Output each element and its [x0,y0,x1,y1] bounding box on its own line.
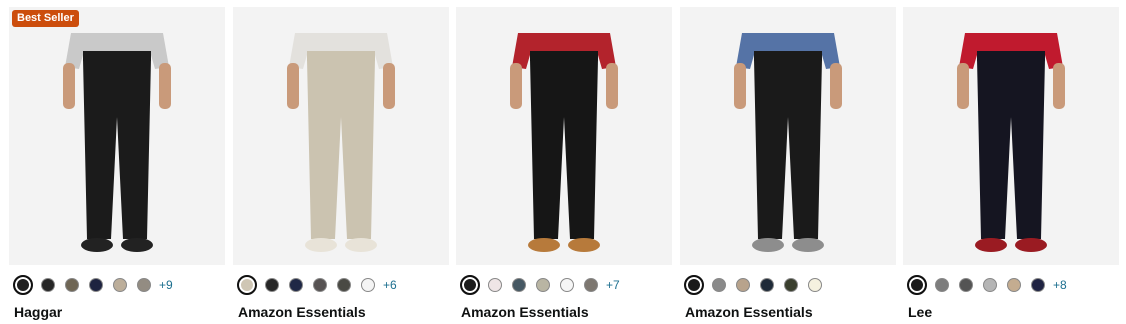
product-figure-illustration [957,33,1065,252]
color-swatches [684,275,832,295]
product-figure-illustration [287,33,395,252]
right-arm-shape [606,63,618,109]
more-colors-link[interactable]: +6 [383,278,397,292]
product-row: Best Seller +9 Haggar +6 Amazon Essentials +7… [0,0,1126,324]
right-arm-shape [383,63,395,109]
product-card[interactable]: Amazon Essentials [680,7,896,324]
color-swatch[interactable] [959,278,973,292]
left-shoe-shape [528,238,560,252]
color-swatch-selected[interactable] [907,275,927,295]
color-swatch[interactable] [584,278,598,292]
color-swatch[interactable] [313,278,327,292]
color-swatch[interactable] [89,278,103,292]
right-shoe-shape [568,238,600,252]
color-swatches: +6 [237,275,397,295]
product-card[interactable]: +7 Amazon Essentials [456,7,672,324]
color-swatch[interactable] [289,278,303,292]
color-swatch[interactable] [1031,278,1045,292]
right-shoe-shape [345,238,377,252]
right-shoe-shape [792,238,824,252]
right-arm-shape [159,63,171,109]
left-arm-shape [510,63,522,109]
color-swatch[interactable] [712,278,726,292]
color-swatch[interactable] [760,278,774,292]
brand-name[interactable]: Haggar [14,304,62,320]
pants-shape [530,59,598,239]
left-shoe-shape [752,238,784,252]
right-arm-shape [1053,63,1065,109]
left-arm-shape [63,63,75,109]
brand-name[interactable]: Amazon Essentials [685,304,813,320]
product-image[interactable] [233,7,449,265]
color-swatch[interactable] [536,278,550,292]
pants-shape [754,59,822,239]
left-shoe-shape [81,238,113,252]
color-swatch[interactable] [935,278,949,292]
color-swatch[interactable] [983,278,997,292]
color-swatches: +9 [13,275,173,295]
left-shoe-shape [975,238,1007,252]
right-shoe-shape [1015,238,1047,252]
brand-name[interactable]: Lee [908,304,932,320]
color-swatch[interactable] [512,278,526,292]
color-swatch[interactable] [808,278,822,292]
pants-shape [83,59,151,239]
color-swatch[interactable] [337,278,351,292]
more-colors-link[interactable]: +7 [606,278,620,292]
product-image[interactable] [456,7,672,265]
pants-shape [977,59,1045,239]
product-image[interactable] [680,7,896,265]
left-arm-shape [957,63,969,109]
color-swatch-selected[interactable] [237,275,257,295]
left-arm-shape [287,63,299,109]
color-swatch[interactable] [736,278,750,292]
color-swatch-selected[interactable] [13,275,33,295]
product-figure-illustration [63,33,171,252]
product-figure-illustration [734,33,842,252]
color-swatches: +8 [907,275,1067,295]
color-swatch[interactable] [1007,278,1021,292]
product-card[interactable]: Best Seller +9 Haggar [9,7,225,324]
product-image[interactable]: Best Seller [9,7,225,265]
right-arm-shape [830,63,842,109]
color-swatch-selected[interactable] [460,275,480,295]
product-figure-illustration [510,33,618,252]
product-image[interactable] [903,7,1119,265]
pants-shape [307,59,375,239]
brand-name[interactable]: Amazon Essentials [238,304,366,320]
brand-name[interactable]: Amazon Essentials [461,304,589,320]
color-swatch[interactable] [560,278,574,292]
right-shoe-shape [121,238,153,252]
color-swatch[interactable] [65,278,79,292]
color-swatches: +7 [460,275,620,295]
color-swatch[interactable] [784,278,798,292]
color-swatch[interactable] [488,278,502,292]
product-card[interactable]: +8 Lee [903,7,1119,324]
color-swatch[interactable] [265,278,279,292]
product-card[interactable]: +6 Amazon Essentials [233,7,449,324]
color-swatch[interactable] [113,278,127,292]
color-swatch-selected[interactable] [684,275,704,295]
more-colors-link[interactable]: +8 [1053,278,1067,292]
left-arm-shape [734,63,746,109]
more-colors-link[interactable]: +9 [159,278,173,292]
color-swatch[interactable] [41,278,55,292]
left-shoe-shape [305,238,337,252]
color-swatch[interactable] [361,278,375,292]
color-swatch[interactable] [137,278,151,292]
best-seller-badge: Best Seller [12,10,79,27]
